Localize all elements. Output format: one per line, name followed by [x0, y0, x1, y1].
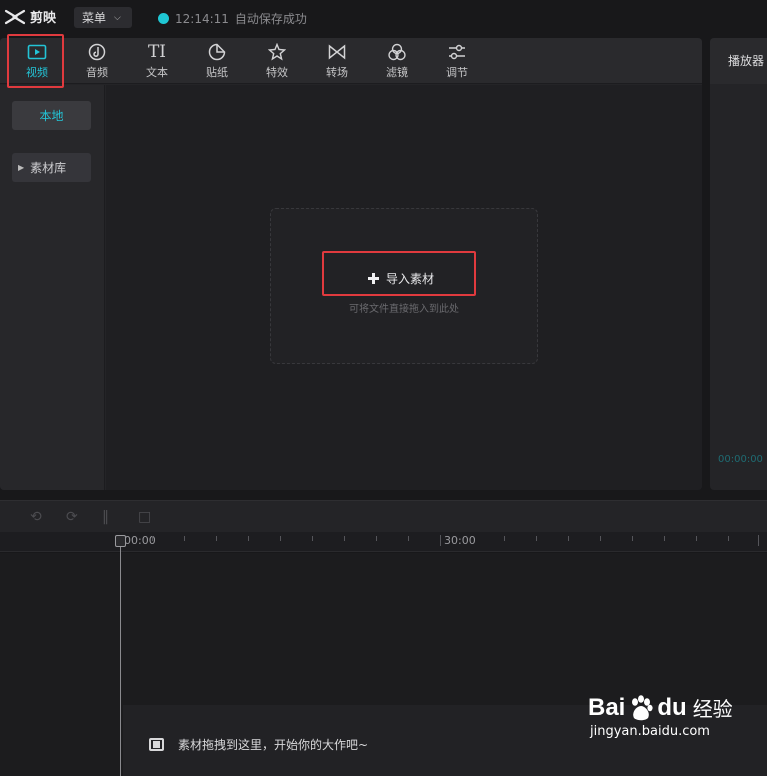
app-title: 剪映	[30, 11, 57, 26]
watermark-brand-left: Bai	[588, 693, 626, 721]
highlight-box-video-tab	[7, 34, 64, 88]
ruler-tick	[728, 536, 729, 541]
tab-effects-label: 特效	[266, 66, 288, 79]
track-drop-hint-text: 素材拖拽到这里，开始你的大作吧~	[178, 738, 369, 752]
ruler-tick	[280, 536, 281, 541]
ruler-tick	[758, 535, 759, 546]
status-dot-icon	[158, 13, 169, 24]
film-icon	[149, 738, 164, 751]
ruler-tick	[632, 536, 633, 541]
ruler-tick	[152, 536, 153, 541]
tab-audio[interactable]: 音频	[72, 40, 122, 82]
ruler-tick	[664, 536, 665, 541]
ruler-tick	[568, 536, 569, 541]
player-time: 00:00:00	[718, 454, 763, 465]
chevron-down-icon: ⌵	[114, 12, 121, 23]
baidu-watermark: Bai du 经验 jingyan.baidu.com	[588, 693, 748, 761]
media-toolbar: 视频 音频 TI 文本 贴纸 特效 转场 滤镜 调节	[0, 38, 702, 84]
timeline-toolbar: ⟲ ⟳ ‖ □	[0, 500, 767, 532]
watermark-brand-cn: 经验	[692, 697, 733, 721]
ruler-tick	[440, 535, 441, 546]
redo-icon[interactable]: ⟳	[66, 509, 78, 525]
tab-transition[interactable]: 转场	[312, 40, 362, 82]
tab-text-label: 文本	[146, 66, 168, 79]
caret-right-icon: ▶	[18, 163, 25, 172]
tab-filter-label: 滤镜	[386, 66, 408, 79]
drop-hint: 可将文件直接拖入到此处	[349, 304, 459, 315]
audio-icon	[87, 42, 107, 62]
tab-audio-label: 音频	[86, 66, 108, 79]
ruler-tick	[408, 536, 409, 541]
ruler-tick	[312, 536, 313, 541]
autosave-text: 自动保存成功	[234, 12, 307, 26]
ruler-label-start: 00:00	[124, 534, 156, 547]
tab-sticker[interactable]: 贴纸	[192, 40, 242, 82]
ruler-tick	[216, 536, 217, 541]
tab-effects[interactable]: 特效	[252, 40, 302, 82]
menu-label: 菜单	[82, 11, 107, 25]
sidebar-item-local-label: 本地	[39, 109, 64, 123]
ruler-tick	[600, 536, 601, 541]
app-logo: 剪映	[4, 7, 56, 26]
playhead-handle[interactable]	[115, 535, 126, 547]
transition-icon	[327, 42, 347, 62]
sidebar-item-library[interactable]: ▶ 素材库	[12, 153, 91, 182]
highlight-box-import	[322, 251, 476, 296]
ruler-tick	[536, 536, 537, 541]
split-icon[interactable]: ‖	[102, 509, 109, 525]
tab-text[interactable]: TI 文本	[132, 40, 182, 82]
media-sidebar: 本地 ▶ 素材库	[0, 85, 105, 490]
watermark-brand-right: du	[657, 693, 687, 721]
ruler-tick	[184, 536, 185, 541]
tab-sticker-label: 贴纸	[206, 66, 228, 79]
tab-transition-label: 转场	[326, 66, 348, 79]
ruler-tick	[376, 536, 377, 541]
sidebar-item-local[interactable]: 本地	[12, 101, 91, 130]
sticker-icon	[207, 42, 227, 62]
watermark-url: jingyan.baidu.com	[590, 724, 710, 739]
undo-icon[interactable]: ⟲	[30, 509, 42, 525]
ruler-tick	[696, 536, 697, 541]
filter-icon	[387, 42, 407, 62]
jianying-logo-icon	[4, 9, 26, 24]
ruler-tick	[504, 536, 505, 541]
sidebar-item-library-label: 素材库	[30, 161, 67, 175]
ruler-label-mid: 30:00	[444, 534, 476, 547]
autosave-time: 12:14:11	[175, 11, 229, 26]
ruler-tick	[344, 536, 345, 541]
player-panel: 播放器 00:00:00	[710, 38, 767, 490]
player-title: 播放器	[710, 38, 767, 84]
tab-adjust-label: 调节	[446, 66, 468, 79]
ruler-tick	[248, 536, 249, 541]
delete-icon[interactable]: □	[138, 509, 151, 525]
tab-adjust[interactable]: 调节	[432, 40, 482, 82]
tab-filter[interactable]: 滤镜	[372, 40, 422, 82]
top-bar: 剪映 菜单 ⌵ 12:14:11 自动保存成功	[0, 0, 767, 34]
track-drop-hint: 素材拖拽到这里，开始你的大作吧~	[149, 736, 368, 753]
autosave-status: 12:14:11 自动保存成功	[158, 10, 307, 27]
adjust-icon	[447, 42, 467, 62]
menu-button[interactable]: 菜单 ⌵	[74, 7, 132, 28]
baidu-paw-icon	[632, 694, 653, 720]
text-icon: TI	[147, 42, 167, 62]
effects-icon	[267, 42, 287, 62]
playhead[interactable]	[120, 536, 121, 776]
